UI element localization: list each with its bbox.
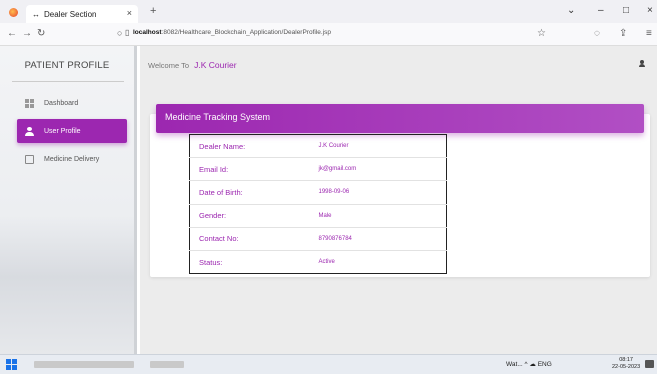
shield-icon[interactable]: ○	[117, 28, 122, 38]
sidebar-item-medicine-delivery[interactable]: Medicine Delivery	[17, 147, 127, 171]
sidebar-item-label: Dashboard	[44, 99, 79, 107]
table-row: Date of Birth: 1998-09-06	[189, 180, 447, 205]
table-row: Contact No: 8790876784	[189, 227, 447, 251]
row-label: Dealer Name:	[189, 134, 319, 159]
extensions-icon[interactable]: ⇪	[619, 28, 627, 39]
row-value: J.K Courier	[318, 134, 447, 159]
table-row: Dealer Name: J.K Courier	[189, 134, 447, 159]
row-label: Email Id:	[189, 157, 319, 182]
user-icon	[25, 126, 34, 136]
sidebar-item-dashboard[interactable]: Dashboard	[17, 91, 127, 115]
row-label: Status:	[199, 257, 223, 267]
welcome-text: Welcome To J.K Courier	[148, 60, 237, 70]
browser-tab-bar: ↔ Dealer Section × + ⌄ – □ ×	[0, 0, 657, 23]
close-window-button[interactable]: ×	[647, 5, 653, 16]
browser-tab[interactable]: ↔ Dealer Section ×	[26, 5, 138, 23]
card-title: Medicine Tracking System	[165, 112, 271, 122]
address-bar-row: ← → ↻ ○ ▯ localhost:8082/Healthcare_Bloc…	[0, 23, 657, 46]
reload-icon[interactable]: ↻	[37, 28, 45, 39]
notification-icon[interactable]	[645, 360, 654, 368]
table-row: Status: Active	[190, 250, 447, 273]
row-value: Active	[318, 259, 335, 266]
dashboard-icon	[25, 98, 34, 108]
maximize-button[interactable]: □	[623, 5, 629, 16]
main-content: Welcome To J.K Courier Medicine Tracking…	[140, 46, 657, 354]
clock-date: 22-05-2023	[612, 364, 641, 370]
url-field[interactable]: localhost:8082/Healthcare_Blockchain_App…	[133, 29, 331, 36]
bookmark-star-icon[interactable]: ☆	[537, 28, 546, 39]
row-value: 8790876784	[318, 227, 447, 251]
table-row: Email Id: jk@gmail.com	[189, 157, 447, 182]
row-value: 1998-09-06	[318, 180, 447, 205]
tab-list-dropdown-icon[interactable]: ⌄	[567, 5, 575, 16]
clock-time: 08:17	[619, 357, 633, 363]
card-header: Medicine Tracking System	[156, 104, 644, 133]
sidebar-item-user-profile[interactable]: User Profile	[17, 119, 127, 143]
windows-start-icon[interactable]	[6, 359, 17, 370]
tab-favicon-icon: ↔	[32, 9, 40, 19]
row-label: Date of Birth:	[189, 180, 319, 205]
sidebar-title: PATIENT PROFILE	[24, 60, 110, 71]
forward-icon[interactable]: →	[22, 28, 32, 39]
table-row: Gender: Male	[189, 204, 447, 228]
top-navbar: Welcome To J.K Courier	[140, 46, 657, 86]
firefox-menu-icon[interactable]	[9, 8, 18, 17]
new-tab-button[interactable]: +	[150, 5, 156, 17]
main-horizontal-scrollbar[interactable]	[150, 361, 184, 368]
page-icon: ▯	[125, 28, 130, 37]
welcome-user-name: J.K Courier	[194, 60, 237, 70]
back-icon[interactable]: ←	[7, 28, 17, 39]
menu-icon[interactable]: ≡	[646, 28, 652, 39]
account-icon[interactable]	[639, 60, 645, 68]
url-path: :8082/Healthcare_Blockchain_Application/…	[161, 29, 332, 36]
tab-title: Dealer Section	[44, 9, 97, 19]
sidebar-item-label: User Profile	[44, 127, 81, 135]
row-label: Gender:	[189, 204, 319, 228]
url-host: localhost	[133, 29, 162, 36]
sidebar-divider	[12, 81, 124, 82]
profile-table: Dealer Name: J.K Courier Email Id: jk@gm…	[189, 134, 447, 275]
taskbar: Wat... ^ ☁ ENG 08:17 22-05-2023	[0, 354, 657, 374]
pocket-icon[interactable]: ◌	[594, 28, 600, 39]
sidebar-item-label: Medicine Delivery	[44, 155, 100, 163]
row-value: jk@gmail.com	[318, 157, 447, 182]
sidebar-horizontal-scrollbar[interactable]	[34, 361, 134, 368]
tab-close-icon[interactable]: ×	[127, 8, 132, 18]
welcome-label: Welcome To	[148, 61, 189, 70]
row-value: Male	[318, 204, 447, 228]
clipboard-icon	[25, 154, 34, 164]
clock[interactable]: 08:17 22-05-2023	[612, 357, 640, 371]
sidebar: PATIENT PROFILE Dashboard User Profile M…	[0, 46, 137, 354]
system-tray[interactable]: Wat... ^ ☁ ENG	[506, 360, 552, 368]
profile-card: Medicine Tracking System Dealer Name: J.…	[150, 104, 650, 277]
minimize-button[interactable]: –	[598, 5, 604, 16]
row-label: Contact No:	[189, 227, 319, 251]
